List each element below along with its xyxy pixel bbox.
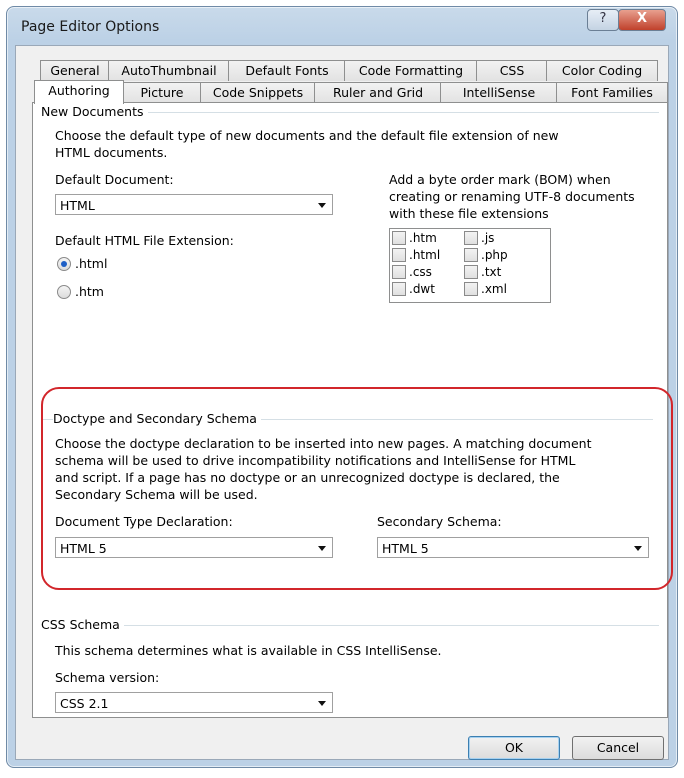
authoring-tab-page: New Documents Choose the default type of… bbox=[32, 102, 673, 718]
bom-txt-checkbox[interactable] bbox=[464, 265, 478, 279]
tab-intellisense[interactable]: IntelliSense bbox=[440, 82, 558, 103]
doctype-description-line1: Choose the doctype declaration to be ins… bbox=[55, 436, 592, 451]
default-document-select[interactable]: HTML bbox=[55, 194, 333, 215]
chevron-down-icon bbox=[318, 203, 326, 208]
secondary-schema-label: Secondary Schema: bbox=[377, 514, 502, 529]
tab-authoring[interactable]: Authoring bbox=[34, 80, 124, 104]
bom-dwt-label: .dwt bbox=[409, 282, 435, 296]
help-button[interactable]: ? bbox=[587, 9, 619, 31]
secondary-schema-select[interactable]: HTML 5 bbox=[377, 537, 649, 558]
bom-txt-label: .txt bbox=[481, 265, 502, 279]
tab-code-snippets[interactable]: Code Snippets bbox=[200, 82, 316, 103]
bom-css-label: .css bbox=[409, 265, 432, 279]
default-document-value: HTML bbox=[60, 198, 95, 213]
tab-autothumbnail[interactable]: AutoThumbnail bbox=[108, 60, 230, 81]
bom-label-line3: with these file extensions bbox=[389, 206, 549, 221]
html-extension-label: .html bbox=[75, 256, 108, 271]
new-documents-description-line2: HTML documents. bbox=[55, 145, 168, 160]
bom-label-line1: Add a byte order mark (BOM) when bbox=[389, 172, 611, 187]
schema-version-select[interactable]: CSS 2.1 bbox=[55, 692, 333, 713]
tab-picture[interactable]: Picture bbox=[122, 82, 202, 103]
doctype-heading: Doctype and Secondary Schema bbox=[53, 411, 261, 426]
doctype-description-line2: schema will be used to drive incompatibi… bbox=[55, 453, 576, 468]
tab-default-fonts[interactable]: Default Fonts bbox=[228, 60, 346, 81]
extension-label: Default HTML File Extension: bbox=[55, 233, 234, 248]
dialog-client-area: General AutoThumbnail Default Fonts Code… bbox=[15, 45, 673, 760]
secondary-schema-value: HTML 5 bbox=[382, 541, 429, 556]
tab-code-formatting[interactable]: Code Formatting bbox=[344, 60, 478, 81]
bom-js-label: .js bbox=[481, 231, 495, 245]
htm-extension-label: .htm bbox=[75, 284, 104, 299]
ok-button[interactable]: OK bbox=[468, 736, 560, 760]
bom-html-checkbox[interactable] bbox=[392, 248, 406, 262]
bom-xml-checkbox[interactable] bbox=[464, 282, 478, 296]
bom-extensions-list: .htm .js .html .php .css .txt .dwt .xml bbox=[389, 228, 551, 303]
chevron-down-icon bbox=[318, 546, 326, 551]
new-documents-description-line1: Choose the default type of new documents… bbox=[55, 128, 559, 143]
doctype-select[interactable]: HTML 5 bbox=[55, 537, 333, 558]
tab-general[interactable]: General bbox=[40, 60, 110, 81]
page-editor-options-dialog: Page Editor Options ? X General AutoThum… bbox=[6, 6, 678, 768]
tab-color-coding[interactable]: Color Coding bbox=[546, 60, 658, 81]
css-schema-description: This schema determines what is available… bbox=[55, 643, 442, 658]
doctype-description-line3: and script. If a page has no doctype or … bbox=[55, 470, 560, 485]
doctype-label: Document Type Declaration: bbox=[55, 514, 233, 529]
bom-html-label: .html bbox=[409, 248, 441, 262]
schema-version-value: CSS 2.1 bbox=[60, 696, 109, 711]
css-schema-heading: CSS Schema bbox=[41, 617, 124, 632]
bom-htm-checkbox[interactable] bbox=[392, 231, 406, 245]
bom-php-label: .php bbox=[481, 248, 508, 262]
bom-js-checkbox[interactable] bbox=[464, 231, 478, 245]
cancel-button[interactable]: Cancel bbox=[572, 736, 664, 760]
tab-css[interactable]: CSS bbox=[476, 60, 548, 81]
new-documents-heading: New Documents bbox=[41, 104, 148, 119]
chevron-down-icon bbox=[318, 701, 326, 706]
bom-xml-label: .xml bbox=[481, 282, 507, 296]
html-extension-radio[interactable] bbox=[57, 257, 71, 271]
group-divider bbox=[41, 625, 659, 626]
tab-ruler-and-grid[interactable]: Ruler and Grid bbox=[314, 82, 442, 103]
default-document-label: Default Document: bbox=[55, 172, 174, 187]
htm-extension-radio[interactable] bbox=[57, 285, 71, 299]
bom-css-checkbox[interactable] bbox=[392, 265, 406, 279]
doctype-description-line4: Secondary Schema will be used. bbox=[55, 487, 258, 502]
schema-version-label: Schema version: bbox=[55, 670, 160, 685]
doctype-value: HTML 5 bbox=[60, 541, 107, 556]
chevron-down-icon bbox=[634, 546, 642, 551]
tab-font-families[interactable]: Font Families bbox=[556, 82, 668, 103]
bom-label-line2: creating or renaming UTF-8 documents bbox=[389, 189, 635, 204]
bom-php-checkbox[interactable] bbox=[464, 248, 478, 262]
dialog-title: Page Editor Options bbox=[21, 19, 160, 35]
bom-dwt-checkbox[interactable] bbox=[392, 282, 406, 296]
close-button[interactable]: X bbox=[618, 9, 666, 31]
bom-htm-label: .htm bbox=[409, 231, 437, 245]
